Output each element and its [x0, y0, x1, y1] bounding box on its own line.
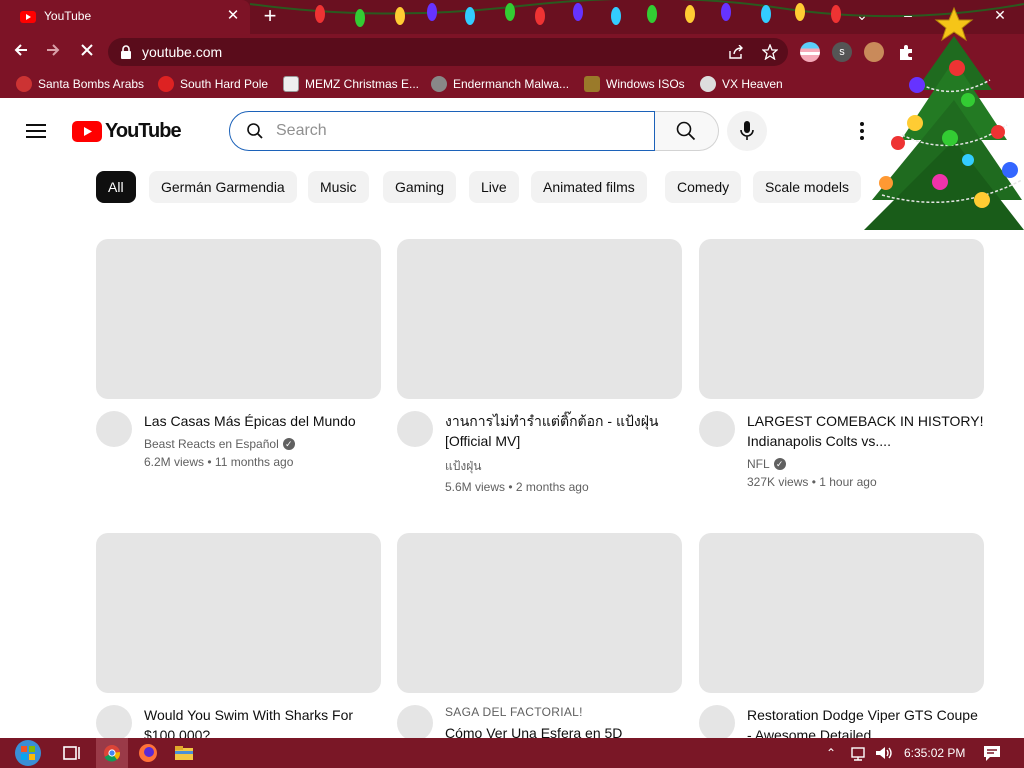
search-input[interactable]	[276, 120, 636, 142]
channel-avatar[interactable]	[96, 705, 132, 741]
bookmark-memz-christmas[interactable]: MEMZ Christmas E...	[283, 70, 419, 98]
tab-close-button[interactable]: ✕	[224, 7, 242, 25]
chrome-taskbar-button[interactable]	[96, 738, 128, 768]
bookmark-endermanch-malware[interactable]: Endermanch Malwa...	[431, 70, 569, 98]
firefox-icon[interactable]	[136, 741, 160, 765]
chip-animated-films[interactable]: Animated films	[531, 171, 647, 203]
chip-all[interactable]: All	[96, 171, 136, 203]
verified-check-icon: ✓	[773, 458, 786, 470]
video-eyebrow: SAGA DEL FACTORIAL!	[445, 705, 583, 719]
file-explorer-icon[interactable]	[172, 741, 196, 765]
volume-icon[interactable]	[872, 741, 896, 765]
upload-age: 1 hour ago	[819, 475, 877, 489]
channel-avatar[interactable]	[699, 705, 735, 741]
extension-flag-icon[interactable]	[800, 42, 820, 62]
bookmark-windows-isos[interactable]: Windows ISOs	[584, 70, 685, 98]
chip-music[interactable]: Music	[308, 171, 369, 203]
close-icon	[81, 44, 93, 56]
guide-menu-button[interactable]	[24, 120, 48, 142]
bookmark-south-hard-pole[interactable]: South Hard Pole	[158, 70, 268, 98]
back-button[interactable]	[10, 41, 32, 63]
view-count: 327K views	[747, 475, 809, 489]
start-orb-icon[interactable]	[12, 738, 44, 768]
tab-youtube[interactable]: YouTube ✕	[0, 0, 250, 34]
video-card[interactable]: LARGEST COMEBACK IN HISTORY! Indianapoli…	[699, 239, 985, 489]
video-thumbnail[interactable]	[96, 533, 381, 693]
pole-bookmark-icon	[158, 76, 174, 92]
action-center-icon[interactable]	[980, 741, 1004, 765]
youtube-logo[interactable]: YouTube	[72, 120, 182, 143]
chip-gaming[interactable]: Gaming	[383, 171, 457, 203]
vx-bookmark-icon	[700, 76, 716, 92]
bookmark-vx-heaven[interactable]: VX Heaven	[700, 70, 783, 98]
view-count: 6.2M views	[144, 455, 205, 469]
arrow-right-icon	[47, 44, 60, 56]
url-text: youtube.com	[142, 44, 223, 60]
video-thumbnail[interactable]	[96, 239, 381, 399]
forward-button[interactable]	[42, 41, 64, 63]
windows-bookmark-icon	[584, 76, 600, 92]
search-icon	[676, 121, 696, 141]
video-title[interactable]: งานการไม่ทำรำแต่ติ๊กต้อก - แป้งฝุ่น [Off…	[445, 411, 683, 451]
lock-icon	[121, 45, 131, 59]
youtube-play-icon	[72, 121, 102, 142]
bookmark-santa-bombs-arabs[interactable]: Santa Bombs Arabs	[16, 70, 144, 98]
video-card[interactable]: Las Casas Más Épicas del Mundo Beast Rea…	[96, 239, 382, 469]
chip-german-garmendia[interactable]: Germán Garmendia	[149, 171, 297, 203]
channel-avatar[interactable]	[397, 411, 433, 447]
stop-loading-button[interactable]	[76, 41, 98, 63]
channel-name[interactable]: NFL	[747, 457, 770, 471]
verified-check-icon: ✓	[282, 438, 295, 450]
chip-live[interactable]: Live	[469, 171, 519, 203]
chip-scale-models[interactable]: Scale models	[753, 171, 862, 203]
memz-bookmark-icon	[283, 76, 299, 92]
search-button[interactable]	[655, 111, 719, 151]
search-box[interactable]	[229, 111, 655, 151]
view-count: 5.6M views	[445, 480, 506, 494]
christmas-tree-overlay	[864, 6, 1024, 230]
video-thumbnail[interactable]	[699, 239, 984, 399]
channel-name[interactable]: Beast Reacts en Español	[144, 437, 279, 451]
windows-taskbar: ⌃ 6:35:02 PM	[0, 738, 1024, 768]
hamburger-icon	[26, 124, 46, 126]
search-icon	[247, 123, 263, 139]
voice-search-button[interactable]	[727, 111, 767, 151]
chrome-icon	[104, 745, 120, 762]
video-thumbnail[interactable]	[699, 533, 984, 693]
bookmark-star-icon[interactable]	[762, 44, 778, 60]
video-card[interactable]: Restoration Dodge Viper GTS Coupe - Awes…	[699, 533, 985, 743]
task-view-icon[interactable]	[60, 741, 84, 765]
upload-age: 2 months ago	[515, 480, 589, 494]
chip-comedy[interactable]: Comedy	[665, 171, 742, 203]
new-tab-button[interactable]: +	[258, 4, 282, 28]
video-title[interactable]: Las Casas Más Épicas del Mundo	[144, 411, 382, 431]
video-card[interactable]: SAGA DEL FACTORIAL! Cómo Ver Una Esfera …	[397, 533, 683, 741]
video-thumbnail[interactable]	[397, 533, 682, 693]
arrow-left-icon	[14, 44, 27, 56]
video-card[interactable]: Would You Swim With Sharks For $100,000?	[96, 533, 382, 743]
system-clock[interactable]: 6:35:02 PM	[904, 738, 965, 768]
extension-s-icon[interactable]: s	[832, 42, 852, 62]
video-title[interactable]: LARGEST COMEBACK IN HISTORY! Indianapoli…	[747, 411, 985, 451]
youtube-favicon-icon	[20, 11, 36, 23]
video-card[interactable]: งานการไม่ทำรำแต่ติ๊กต้อก - แป้งฝุ่น [Off…	[397, 239, 683, 494]
channel-avatar[interactable]	[96, 411, 132, 447]
microphone-icon	[740, 121, 754, 140]
tab-title: YouTube	[44, 9, 92, 23]
channel-avatar[interactable]	[397, 705, 433, 741]
channel-name[interactable]: แป้งฝุ่น	[445, 457, 481, 476]
share-icon[interactable]	[728, 45, 744, 59]
santa-bookmark-icon	[16, 76, 32, 92]
show-hidden-icons-chevron-up-icon[interactable]: ⌃	[826, 738, 836, 768]
address-bar[interactable]: youtube.com	[108, 38, 788, 66]
endermanch-bookmark-icon	[431, 76, 447, 92]
logo-text: YouTube	[105, 120, 182, 142]
video-thumbnail[interactable]	[397, 239, 682, 399]
channel-avatar[interactable]	[699, 411, 735, 447]
network-icon[interactable]	[848, 741, 872, 765]
upload-age: 11 months ago	[214, 455, 294, 469]
